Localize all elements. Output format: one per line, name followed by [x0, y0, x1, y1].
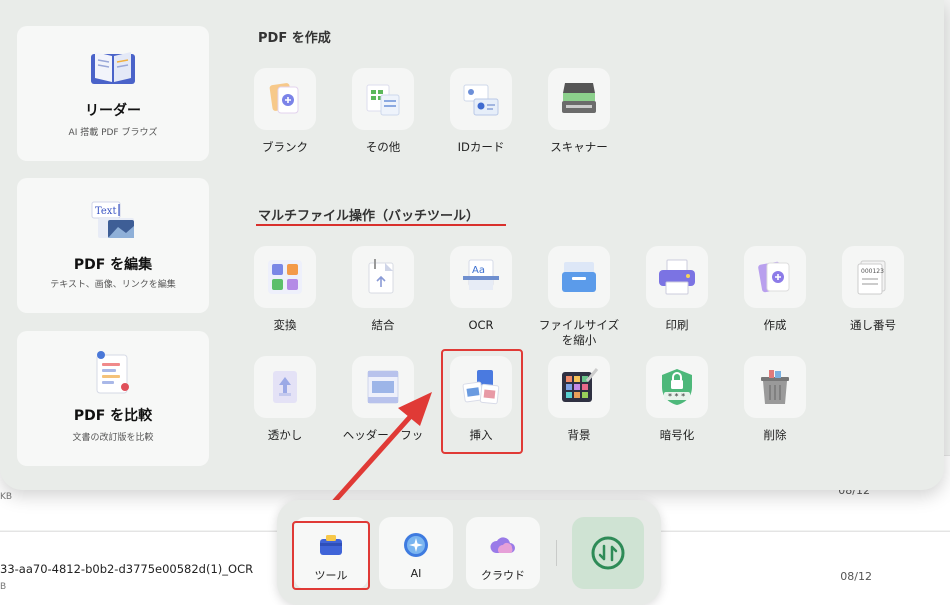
- sync-icon: [591, 536, 625, 570]
- ai-button[interactable]: AI: [379, 517, 453, 589]
- cloud-button[interactable]: クラウド: [466, 517, 540, 589]
- dock-label: クラウド: [481, 569, 525, 582]
- cloud-icon: [490, 537, 515, 553]
- tools-highlight-box: [292, 521, 370, 590]
- dock-label: AI: [410, 567, 422, 580]
- dock-separator: [556, 540, 557, 566]
- ai-sparkle-icon: [404, 533, 428, 557]
- sync-toggle-button[interactable]: [572, 517, 644, 589]
